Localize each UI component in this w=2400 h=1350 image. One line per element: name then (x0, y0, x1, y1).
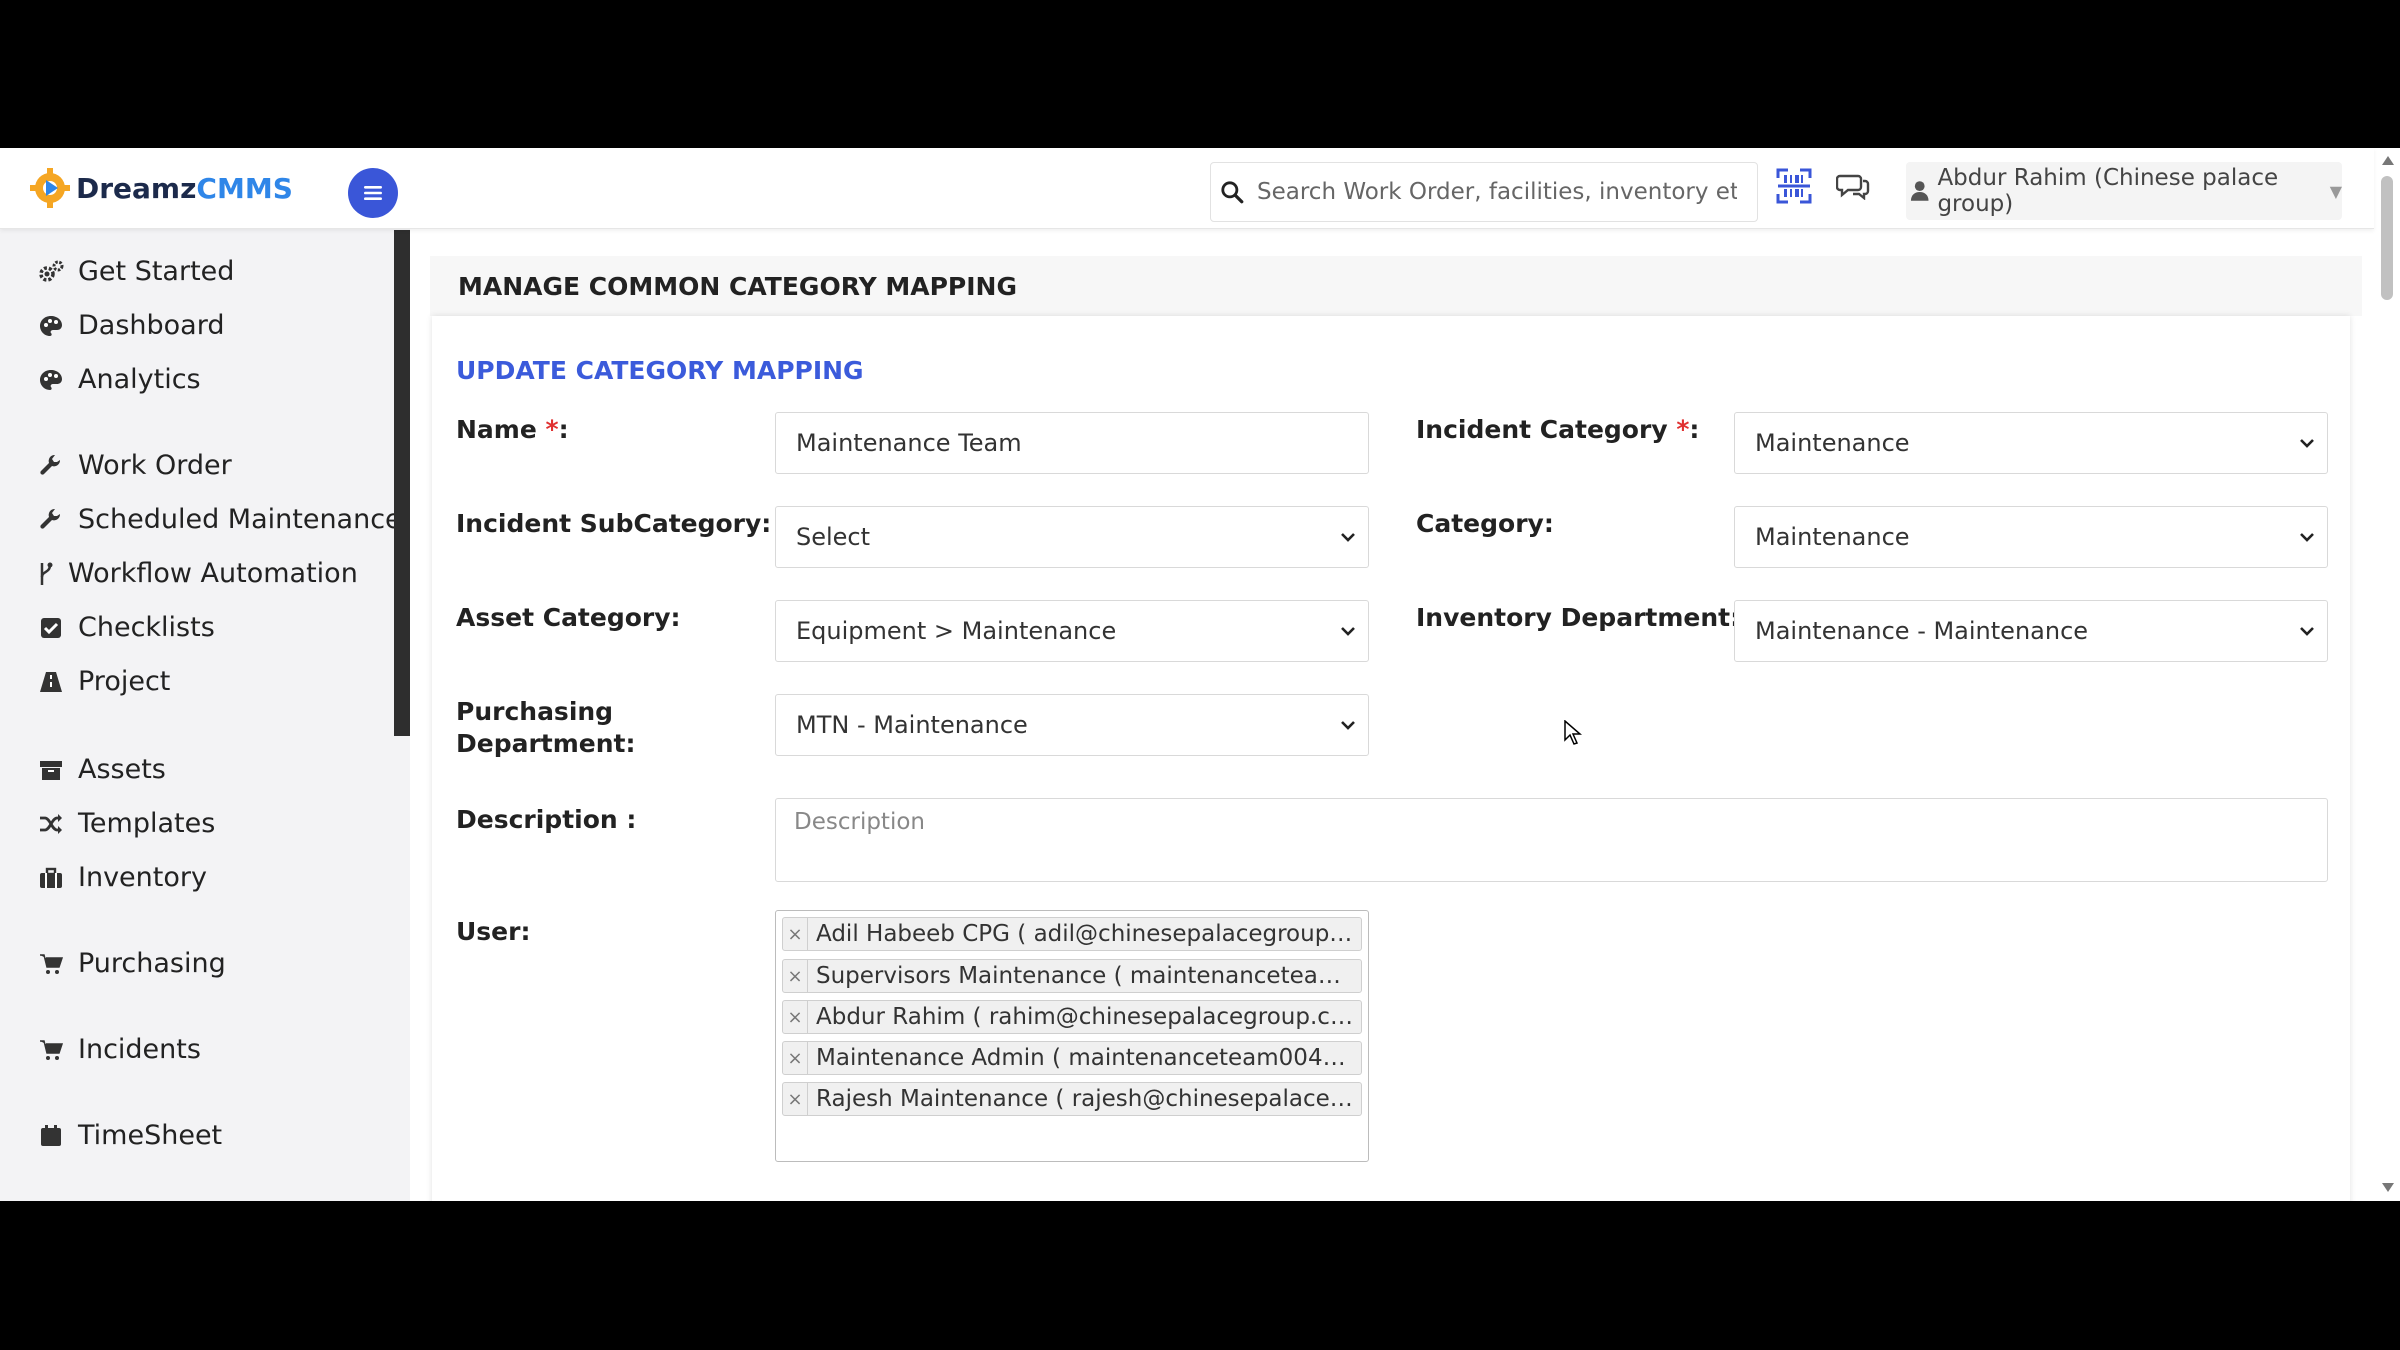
user-tag: × Maintenance Admin ( maintenanceteam004… (782, 1041, 1362, 1075)
wrench-icon (36, 451, 66, 481)
sidebar-item-timesheet[interactable]: TimeSheet (36, 1120, 222, 1151)
user-tag: × Rajesh Maintenance ( rajesh@chinesepal… (782, 1082, 1362, 1116)
main-content: MANAGE COMMON CATEGORY MAPPING UPDATE CA… (410, 228, 2374, 1201)
chevron-down-icon (2300, 533, 2314, 542)
sidebar-item-checklists[interactable]: Checklists (36, 612, 215, 643)
calendar-icon (36, 1121, 66, 1151)
logo-text: DreamzCMMS (76, 171, 293, 205)
palette-icon (36, 311, 66, 341)
shuffle-icon (36, 809, 66, 839)
sidebar-item-work-order[interactable]: Work Order (36, 450, 232, 481)
gear-logo-icon (30, 168, 70, 208)
asset-category-label: Asset Category: (456, 603, 681, 632)
page-title: MANAGE COMMON CATEGORY MAPPING (458, 271, 1017, 301)
remove-tag-icon[interactable]: × (783, 918, 808, 950)
sidebar-item-dashboard[interactable]: Dashboard (36, 310, 224, 341)
sidebar-item-assets[interactable]: Assets (36, 754, 166, 785)
chevron-down-icon (2300, 627, 2314, 636)
app-window: DreamzCMMS Search Work Order, facilities… (0, 148, 2400, 1201)
incident-category-label: Incident Category *: (1416, 415, 1700, 444)
chevron-down-icon: ▼ (2329, 181, 2342, 201)
mouse-cursor-icon (1564, 719, 1583, 750)
incident-subcategory-label: Incident SubCategory: (456, 509, 772, 538)
update-form-card: UPDATE CATEGORY MAPPING Name *: Maintena… (432, 316, 2350, 1201)
sidebar-item-get-started[interactable]: Get Started (36, 256, 234, 287)
sidebar-item-inventory[interactable]: Inventory (36, 862, 207, 893)
purchasing-department-label: Purchasing Department: (456, 697, 636, 758)
incident-subcategory-select[interactable]: Select (775, 506, 1369, 568)
wrench-icon (36, 505, 66, 535)
user-icon (1910, 181, 1929, 201)
sidebar-item-purchasing[interactable]: Purchasing (36, 948, 226, 979)
user-name: Abdur Rahim (Chinese palace group) (1937, 165, 2279, 217)
sidebar-item-project[interactable]: Project (36, 666, 170, 697)
category-label: Category: (1416, 509, 1554, 538)
sidebar-item-analytics[interactable]: Analytics (36, 364, 201, 395)
sidebar-toggle-button[interactable] (348, 168, 398, 218)
scroll-up-arrow-icon[interactable] (2381, 154, 2395, 166)
user-multiselect[interactable]: × Adil Habeeb CPG ( adil@chinesepalacegr… (775, 910, 1369, 1162)
chevron-down-icon (1341, 627, 1355, 636)
search-icon (1221, 181, 1244, 204)
sidebar: Get Started Dashboard Analytics Work Ord… (0, 228, 410, 1201)
section-title: UPDATE CATEGORY MAPPING (456, 356, 864, 385)
incident-category-select[interactable]: Maintenance (1734, 412, 2328, 474)
top-bar: DreamzCMMS Search Work Order, facilities… (0, 148, 2374, 229)
chevron-down-icon (1341, 721, 1355, 730)
road-icon (36, 667, 66, 697)
palette-icon (36, 365, 66, 395)
remove-tag-icon[interactable]: × (783, 1001, 808, 1033)
user-tag: × Adil Habeeb CPG ( adil@chinesepalacegr… (782, 917, 1362, 951)
asset-category-select[interactable]: Equipment > Maintenance (775, 600, 1369, 662)
chat-icon[interactable] (1835, 170, 1870, 204)
page-scrollbar[interactable] (2376, 148, 2400, 1201)
remove-tag-icon[interactable]: × (783, 960, 808, 992)
description-textarea[interactable]: Description (775, 798, 2328, 882)
branch-icon (36, 559, 56, 589)
user-tag: × Abdur Rahim ( rahim@chinesepalacegroup… (782, 1000, 1362, 1034)
app-logo[interactable]: DreamzCMMS (28, 168, 293, 208)
inventory-department-select[interactable]: Maintenance - Maintenance (1734, 600, 2328, 662)
global-search[interactable] (1210, 162, 1758, 222)
scrollbar-thumb[interactable] (2381, 176, 2393, 300)
user-menu[interactable]: Abdur Rahim (Chinese palace group) ▼ (1906, 162, 2342, 220)
chevron-down-icon (1341, 533, 1355, 542)
barcode-scan-icon[interactable] (1774, 166, 1814, 210)
sidebar-item-incidents[interactable]: Incidents (36, 1034, 201, 1065)
sidebar-scrollbar[interactable] (394, 230, 410, 736)
category-select[interactable]: Maintenance (1734, 506, 2328, 568)
user-label: User: (456, 917, 531, 946)
briefcase-icon (36, 863, 66, 893)
name-input[interactable]: Maintenance Team (775, 412, 1369, 474)
search-input[interactable] (1255, 178, 1739, 206)
remove-tag-icon[interactable]: × (783, 1083, 808, 1115)
archive-icon (36, 755, 66, 785)
checkbox-icon (36, 613, 66, 643)
sidebar-item-scheduled-maintenance[interactable]: Scheduled Maintenance (36, 504, 402, 535)
cart-icon (36, 1035, 66, 1065)
user-tag: × Supervisors Maintenance ( maintenancet… (782, 959, 1362, 993)
chevron-down-icon (2300, 439, 2314, 448)
purchasing-department-select[interactable]: MTN - Maintenance (775, 694, 1369, 756)
sidebar-item-workflow-automation[interactable]: Workflow Automation (36, 558, 358, 589)
hamburger-icon (364, 186, 382, 200)
sidebar-item-templates[interactable]: Templates (36, 808, 215, 839)
gears-icon (36, 257, 66, 287)
remove-tag-icon[interactable]: × (783, 1042, 808, 1074)
inventory-department-label: Inventory Department: (1416, 603, 1741, 632)
page-header: MANAGE COMMON CATEGORY MAPPING (430, 256, 2362, 316)
cart-icon (36, 949, 66, 979)
description-label: Description : (456, 805, 637, 834)
scroll-down-arrow-icon[interactable] (2381, 1182, 2395, 1194)
name-label: Name *: (456, 415, 569, 444)
